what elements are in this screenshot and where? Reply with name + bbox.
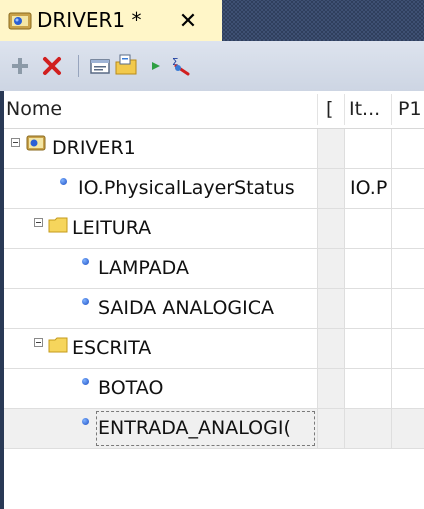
new-folder-icon[interactable]: [114, 54, 138, 78]
column-header-row: Nome [ It... P1: [4, 91, 424, 129]
tree-row-io-physicallayerstatus[interactable]: IO.PhysicalLayerStatus IO.P: [4, 169, 424, 209]
tree-row-leitura[interactable]: LEITURA: [4, 209, 424, 249]
driver-icon: [8, 12, 32, 30]
tag-icon: [82, 298, 89, 305]
grid-cell[interactable]: [391, 129, 424, 168]
tree-label: BOTAO: [98, 377, 164, 399]
collapse-toggle[interactable]: [34, 218, 43, 227]
tree-label: ENTRADA_ANALOGI(: [94, 409, 317, 448]
column-divider: [344, 94, 345, 125]
folder-icon: [48, 337, 68, 353]
grid-cell[interactable]: [391, 289, 424, 328]
grid-cell[interactable]: [317, 249, 344, 288]
grid-cell[interactable]: [344, 369, 391, 408]
grid-cell[interactable]: [344, 129, 391, 168]
column-header-item[interactable]: It...: [349, 91, 389, 128]
column-header-2[interactable]: [: [326, 91, 340, 128]
grid-cell[interactable]: [317, 209, 344, 248]
tag-icon: [82, 378, 89, 385]
tab-title: DRIVER1 *: [37, 8, 142, 32]
grid-cell[interactable]: [391, 209, 424, 248]
add-icon[interactable]: [8, 54, 32, 78]
toolbar: Σ: [0, 41, 424, 91]
tree-row-entrada-analogica[interactable]: ENTRADA_ANALOGI(: [4, 409, 424, 449]
grid-cell[interactable]: [391, 369, 424, 408]
grid-cell[interactable]: [344, 209, 391, 248]
grid-cell[interactable]: [391, 169, 424, 208]
tree-row-driver1[interactable]: DRIVER1: [4, 129, 424, 169]
driver-icon: [26, 135, 46, 151]
sum-tag-icon[interactable]: Σ: [168, 54, 192, 78]
tree-label: SAIDA ANALOGICA: [98, 297, 275, 319]
grid-cell[interactable]: [317, 409, 344, 448]
tag-icon: [82, 258, 89, 265]
tree-label: LAMPADA: [98, 257, 189, 279]
column-header-p1[interactable]: P1: [398, 91, 424, 128]
column-header-nome[interactable]: Nome: [6, 91, 306, 128]
cell-value: IO.P: [350, 177, 388, 199]
collapse-toggle[interactable]: [34, 338, 43, 347]
close-icon[interactable]: ✕: [174, 7, 202, 35]
document-tab-strip: DRIVER1 * ✕: [0, 0, 424, 41]
tree-label: ESCRITA: [72, 337, 152, 359]
grid-cell-item[interactable]: IO.P: [344, 169, 391, 208]
folder-icon: [48, 217, 68, 233]
delete-icon[interactable]: [40, 54, 64, 78]
grid-cell[interactable]: [317, 129, 344, 168]
tab-driver1[interactable]: DRIVER1 * ✕: [0, 0, 222, 41]
tree-label: LEITURA: [72, 217, 152, 239]
collapse-toggle[interactable]: [11, 138, 20, 147]
grid-cell[interactable]: [391, 409, 424, 448]
toolbar-separator: [78, 55, 79, 77]
grid-cell[interactable]: [317, 169, 344, 208]
tag-tree-grid: Nome [ It... P1 DRIVER1 IO.PhysicalLayer…: [0, 91, 424, 509]
tag-icon: [60, 178, 67, 185]
play-icon[interactable]: [144, 54, 168, 78]
tree-row-saida-analogica[interactable]: SAIDA ANALOGICA: [4, 289, 424, 329]
grid-cell[interactable]: [317, 329, 344, 368]
tree-label: IO.PhysicalLayerStatus: [78, 177, 295, 199]
grid-cell[interactable]: [344, 289, 391, 328]
tag-icon: [82, 418, 89, 425]
grid-cell[interactable]: [344, 329, 391, 368]
grid-cell[interactable]: [317, 369, 344, 408]
tree-row-botao[interactable]: BOTAO: [4, 369, 424, 409]
grid-cell[interactable]: [344, 409, 391, 448]
grid-cell[interactable]: [317, 289, 344, 328]
tree-label: DRIVER1: [52, 137, 136, 159]
grid-cell[interactable]: [391, 329, 424, 368]
tree-row-lampada[interactable]: LAMPADA: [4, 249, 424, 289]
properties-icon[interactable]: [88, 54, 112, 78]
column-divider: [317, 94, 318, 125]
grid-cell[interactable]: [344, 249, 391, 288]
grid-cell[interactable]: [391, 249, 424, 288]
column-divider: [391, 94, 392, 125]
tree-row-escrita[interactable]: ESCRITA: [4, 329, 424, 369]
